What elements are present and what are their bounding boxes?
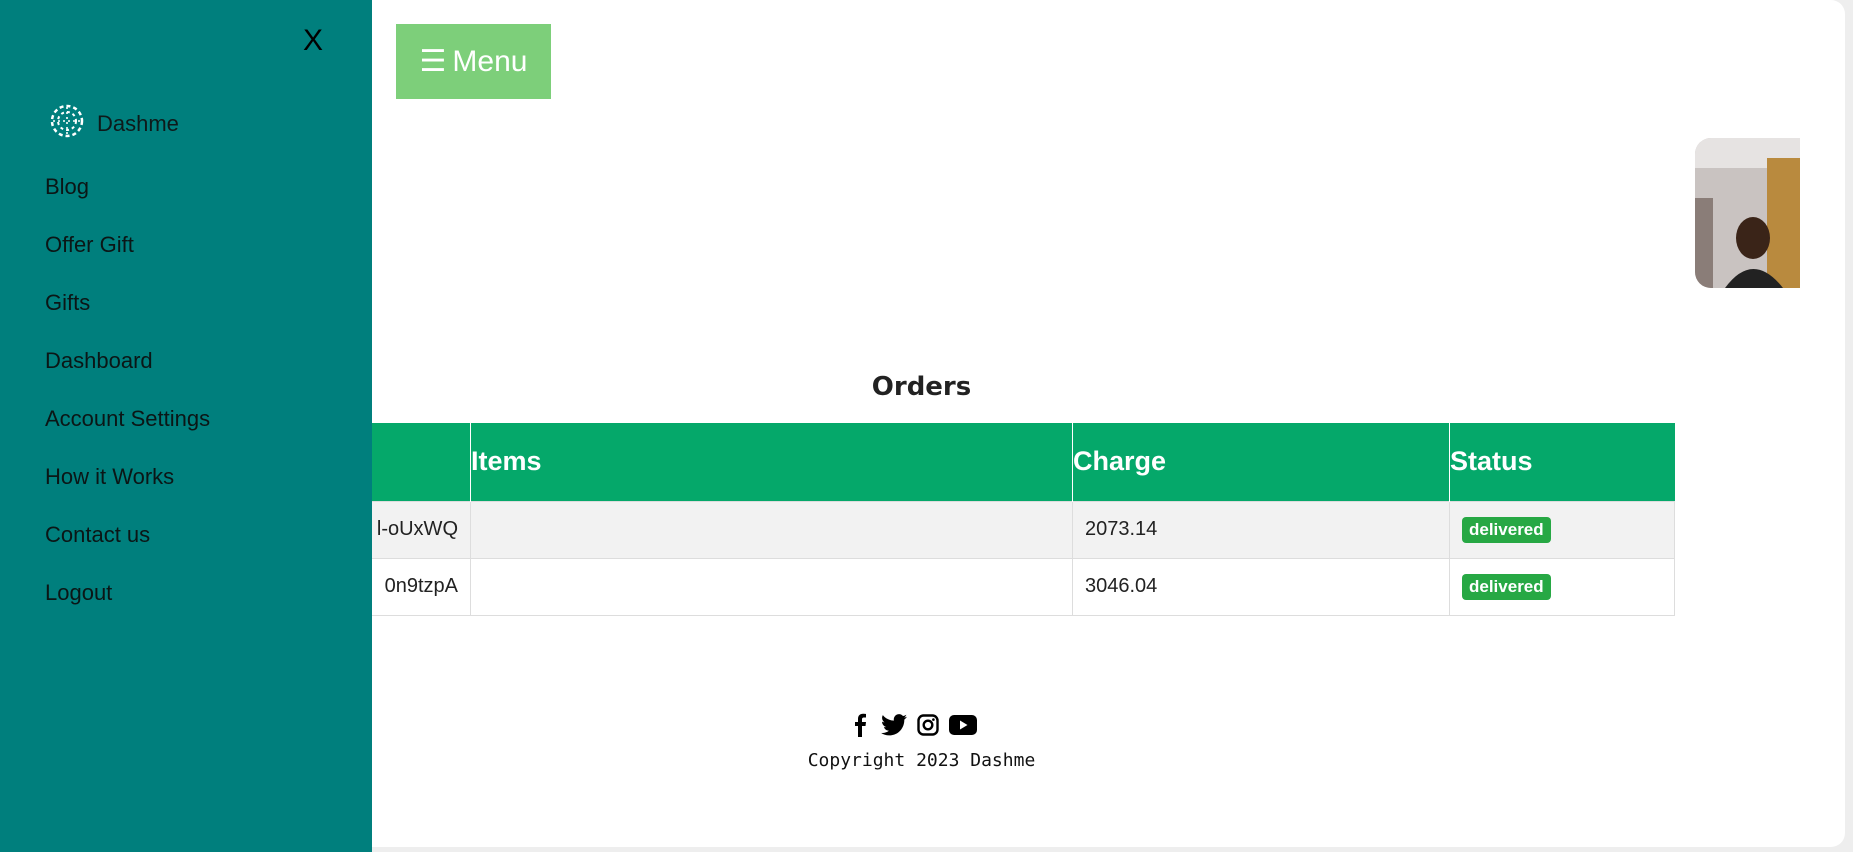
youtube-icon[interactable] <box>949 714 977 736</box>
sidebar-item-gifts[interactable]: Gifts <box>45 286 210 344</box>
order-charge: 2073.14 <box>1072 500 1450 559</box>
instagram-icon[interactable] <box>917 714 939 736</box>
dashme-logo-icon <box>49 103 85 144</box>
column-header-items: Items <box>470 423 1073 501</box>
order-charge: 3046.04 <box>1072 557 1450 616</box>
brand-name: Dashme <box>97 110 179 136</box>
column-header-charge: Charge <box>1072 423 1450 501</box>
sidebar-item-blog[interactable]: Blog <box>45 170 210 228</box>
table-header-row: Items Charge Status <box>200 423 1675 501</box>
twitter-icon[interactable] <box>881 714 907 736</box>
order-status: delivered <box>1449 500 1675 559</box>
avatar[interactable] <box>1695 138 1800 288</box>
order-items <box>470 557 1073 616</box>
menu-button-label: Menu <box>452 44 528 78</box>
status-badge: delivered <box>1462 516 1551 543</box>
menu-button[interactable]: ☰ Menu <box>396 24 551 99</box>
orders-table: Items Charge Status l-oUxWQ 2073.14 deli… <box>200 423 1675 616</box>
sidebar-nav: Blog Offer Gift Gifts Dashboard Account … <box>45 170 210 634</box>
brand[interactable]: Dashme <box>49 103 179 144</box>
status-badge: delivered <box>1462 573 1551 600</box>
order-items <box>470 500 1073 559</box>
sidebar-item-logout[interactable]: Logout <box>45 576 210 634</box>
sidebar-item-dashboard[interactable]: Dashboard <box>45 344 210 402</box>
close-sidebar-button[interactable]: X <box>303 24 323 58</box>
sidebar-item-account-settings[interactable]: Account Settings <box>45 402 210 460</box>
facebook-icon[interactable] <box>849 713 871 737</box>
table-row: l-oUxWQ 2073.14 delivered <box>200 500 1675 559</box>
social-links <box>849 713 977 737</box>
hamburger-icon: ☰ <box>419 45 447 78</box>
sidebar-item-how-it-works[interactable]: How it Works <box>45 460 210 518</box>
sidebar-item-offer-gift[interactable]: Offer Gift <box>45 228 210 286</box>
avatar-photo <box>1695 138 1800 288</box>
order-status: delivered <box>1449 557 1675 616</box>
column-header-status: Status <box>1449 423 1675 501</box>
sidebar-item-contact-us[interactable]: Contact us <box>45 518 210 576</box>
table-row: 0n9tzpA 3046.04 delivered <box>200 557 1675 616</box>
sidebar: X Dashme Blog Offer Gift Gifts Dashboard… <box>0 0 372 852</box>
